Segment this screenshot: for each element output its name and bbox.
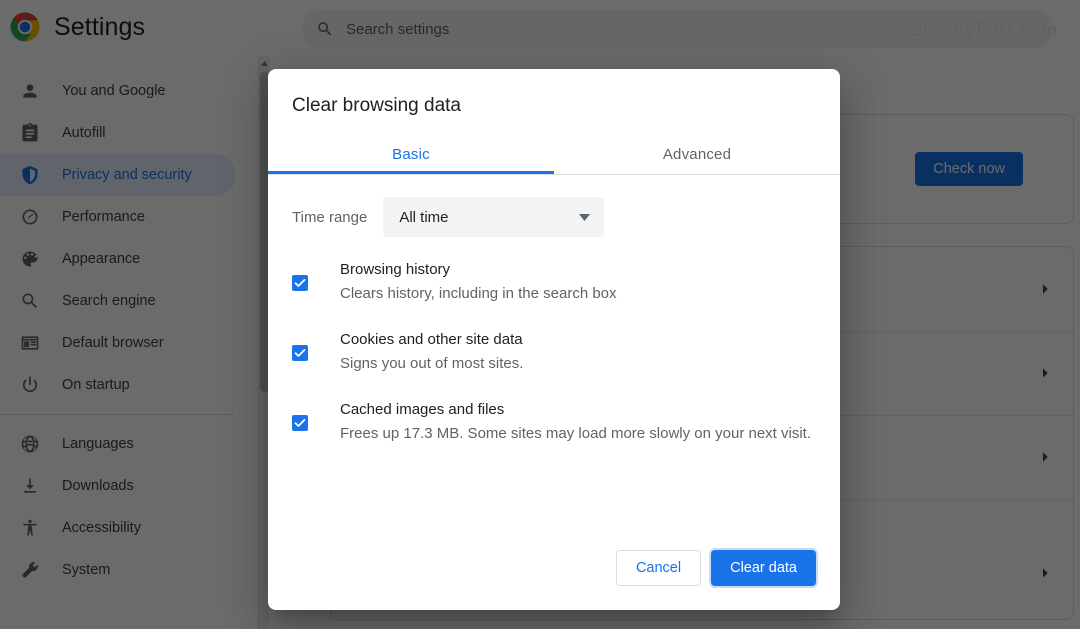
option-browsing-history[interactable]: Browsing history Clears history, includi…: [292, 259, 816, 307]
option-subtitle: Signs you out of most sites.: [340, 355, 524, 372]
checkbox-browsing-history[interactable]: [292, 275, 308, 291]
tab-active-indicator: [268, 171, 554, 174]
checkbox-cookies[interactable]: [292, 345, 308, 361]
option-text: Browsing history Clears history, includi…: [340, 259, 617, 307]
checkmark-icon: [294, 279, 306, 287]
dialog-tabs: Basic Advanced: [268, 133, 840, 175]
time-range-row: Time range All time: [292, 197, 816, 237]
checkmark-icon: [294, 419, 306, 427]
dialog-footer: Cancel Clear data: [268, 550, 840, 610]
option-subtitle: Frees up 17.3 MB. Some sites may load mo…: [340, 425, 812, 442]
option-title: Cached images and files: [340, 401, 505, 418]
checkbox-cached-images[interactable]: [292, 415, 308, 431]
checkmark-icon: [294, 349, 306, 357]
clear-browsing-data-dialog: Clear browsing data Basic Advanced Time …: [268, 69, 840, 610]
dialog-body: Time range All time Browsing history Cle: [268, 175, 840, 550]
option-text: Cached images and files Frees up 17.3 MB…: [340, 399, 811, 447]
option-title: Cookies and other site data: [340, 331, 523, 348]
chevron-down-icon: [579, 213, 591, 221]
clear-data-button[interactable]: Clear data: [711, 550, 816, 586]
time-range-label: Time range: [292, 208, 368, 226]
dialog-title: Clear browsing data: [292, 95, 461, 116]
tab-basic[interactable]: Basic: [268, 133, 554, 175]
option-cached-images[interactable]: Cached images and files Frees up 17.3 MB…: [292, 399, 816, 447]
time-range-value: All time: [399, 208, 449, 226]
settings-window: Settings Search settings groovyPost.com …: [0, 0, 1080, 629]
option-title: Browsing history: [340, 261, 451, 278]
option-text: Cookies and other site data Signs you ou…: [340, 329, 523, 377]
cancel-button[interactable]: Cancel: [615, 550, 702, 586]
time-range-select[interactable]: All time: [383, 197, 605, 237]
option-cookies[interactable]: Cookies and other site data Signs you ou…: [292, 329, 816, 377]
tab-advanced[interactable]: Advanced: [554, 133, 840, 175]
option-subtitle: Clears history, including in the search …: [340, 285, 617, 302]
